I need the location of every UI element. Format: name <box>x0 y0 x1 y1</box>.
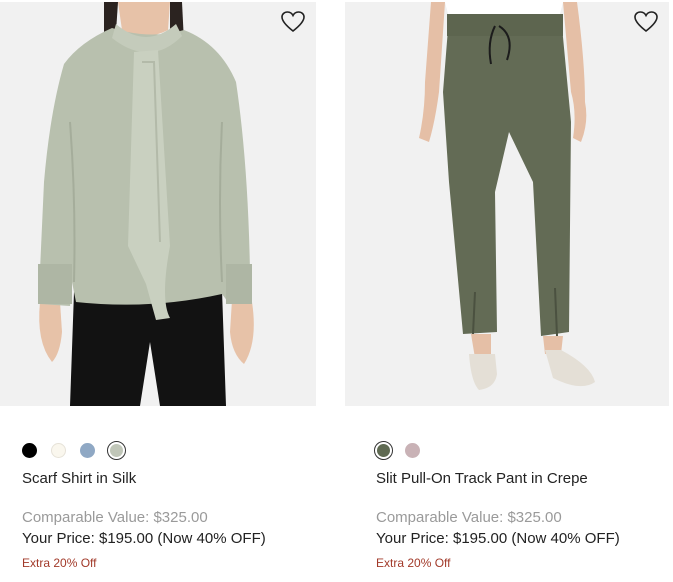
comparable-value: Comparable Value: $325.00 <box>376 509 562 526</box>
product-title[interactable]: Slit Pull-On Track Pant in Crepe <box>376 470 588 487</box>
color-swatch-sage[interactable] <box>107 440 126 460</box>
promo-badge: Extra 20% Off <box>376 556 451 570</box>
product-card[interactable]: Scarf Shirt in Silk Comparable Value: $3… <box>0 0 324 582</box>
product-photo-pants <box>345 2 669 406</box>
product-image[interactable] <box>345 2 669 406</box>
color-swatches <box>22 440 138 460</box>
color-swatch-olive[interactable] <box>374 440 393 460</box>
color-swatch-mauve[interactable] <box>405 442 420 458</box>
heart-icon[interactable] <box>633 10 659 34</box>
product-photo-shirt <box>0 2 316 406</box>
comparable-value: Comparable Value: $325.00 <box>22 509 208 526</box>
promo-badge: Extra 20% Off <box>22 556 97 570</box>
your-price: Your Price: $195.00 (Now 40% OFF) <box>22 530 266 547</box>
product-image[interactable] <box>0 2 316 406</box>
color-swatch-ivory[interactable] <box>51 442 66 458</box>
heart-icon[interactable] <box>280 10 306 34</box>
color-swatch-blue[interactable] <box>80 442 95 458</box>
product-card[interactable]: Slit Pull-On Track Pant in Crepe Compara… <box>345 0 669 582</box>
product-title[interactable]: Scarf Shirt in Silk <box>22 470 136 487</box>
color-swatch-black[interactable] <box>22 442 37 458</box>
color-swatches <box>374 440 434 460</box>
your-price: Your Price: $195.00 (Now 40% OFF) <box>376 530 620 547</box>
